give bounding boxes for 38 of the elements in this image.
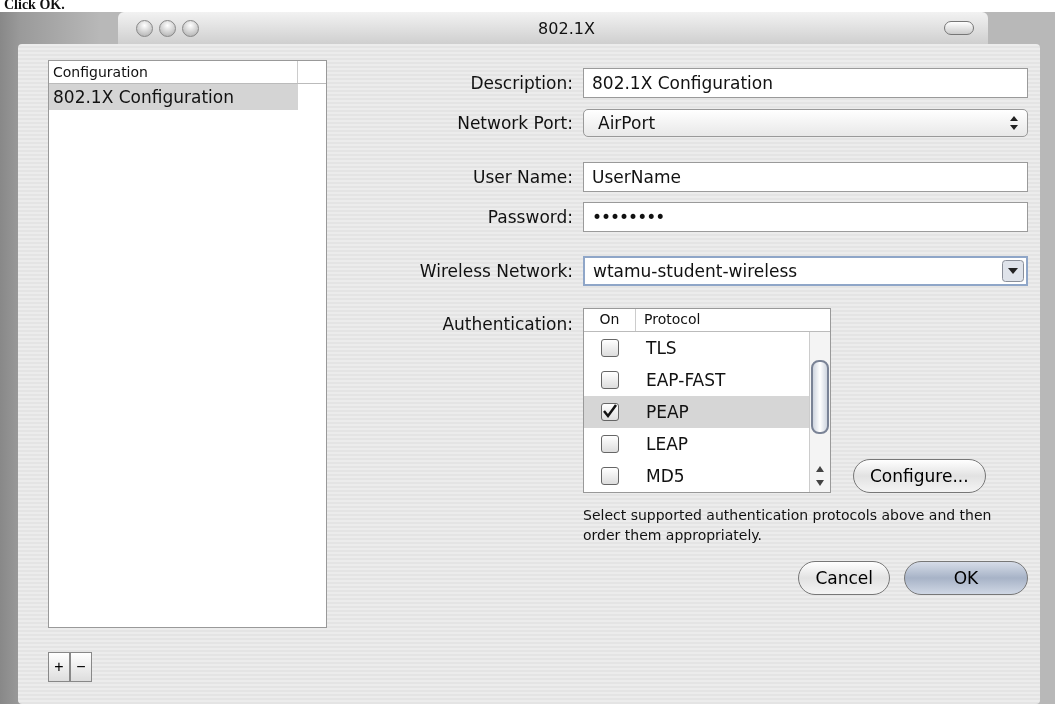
column-header: Protocol: [643, 310, 702, 329]
configure-button[interactable]: Configure...: [853, 459, 986, 493]
scroll-bar[interactable]: [809, 332, 830, 492]
checkbox[interactable]: [601, 467, 619, 485]
cancel-button[interactable]: Cancel: [798, 561, 890, 595]
remove-button[interactable]: −: [70, 652, 92, 682]
minimize-icon[interactable]: [159, 19, 176, 37]
field-label: Password:: [486, 207, 574, 227]
add-button[interactable]: +: [48, 652, 70, 682]
checkbox[interactable]: [601, 403, 619, 421]
configuration-item[interactable]: 802.1X Configuration: [49, 84, 298, 110]
ok-button[interactable]: OK: [904, 561, 1028, 595]
wireless-network-combo-box[interactable]: wtamu-student-wireless: [583, 256, 1028, 286]
protocol-row[interactable]: PEAP: [584, 396, 809, 428]
protocol-row[interactable]: EAP-FAST: [584, 364, 809, 396]
checkbox[interactable]: [601, 339, 619, 357]
zoom-icon[interactable]: [182, 19, 199, 37]
field-label: Network Port:: [456, 113, 574, 133]
close-icon[interactable]: [136, 19, 153, 37]
protocol-row[interactable]: MD5: [584, 460, 809, 492]
protocol-row[interactable]: LEAP: [584, 428, 809, 460]
field-label: Description:: [469, 73, 574, 93]
password-field[interactable]: ••••••••: [583, 202, 1028, 232]
checkbox[interactable]: [601, 435, 619, 453]
popup-menu[interactable]: AirPort: [583, 109, 1028, 137]
text-field[interactable]: 802.1X Configuration: [583, 68, 1028, 98]
help-text: Select supported authentication protocols above and then order them appropriately.: [583, 506, 993, 545]
field-label: Wireless Network:: [418, 261, 574, 281]
checkbox[interactable]: [601, 371, 619, 389]
toolbar-toggle-icon[interactable]: [944, 21, 974, 35]
window-title: 802.1X: [537, 18, 596, 38]
instruction-text: Click OK.: [0, 0, 1055, 12]
field-label: Authentication:: [441, 313, 574, 336]
text-field[interactable]: UserName: [583, 162, 1028, 192]
field-label: User Name:: [471, 167, 574, 187]
up-down-arrows-icon: [1007, 114, 1021, 132]
column-header: On: [584, 309, 636, 331]
protocol-row[interactable]: TLS: [584, 332, 809, 364]
